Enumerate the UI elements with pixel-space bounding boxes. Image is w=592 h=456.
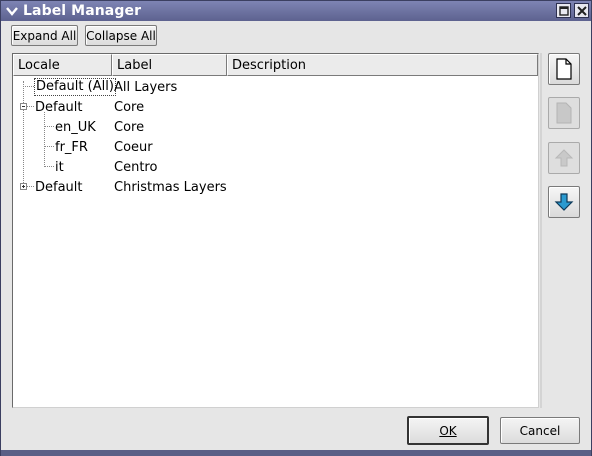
locale-cell: fr_FR xyxy=(55,139,88,155)
ok-button[interactable]: OK xyxy=(407,416,489,445)
move-down-button[interactable] xyxy=(548,186,580,218)
close-icon xyxy=(576,5,587,16)
collapse-all-label: Collapse All xyxy=(86,28,156,43)
window-bottom-border xyxy=(1,450,591,456)
table-row[interactable]: en_UK Core xyxy=(13,117,538,137)
column-header-description[interactable]: Description xyxy=(227,54,538,76)
label-cell: All Layers xyxy=(114,79,178,95)
arrow-up-icon xyxy=(554,149,574,167)
table-header: Locale Label Description xyxy=(13,54,538,76)
table-row[interactable]: Default (All) All Layers xyxy=(13,77,538,97)
window-title: Label Manager xyxy=(23,3,142,19)
label-cell: Core xyxy=(114,119,145,135)
label-tree-table[interactable]: Locale Label Description Default (All) A… xyxy=(12,53,539,408)
collapse-all-button[interactable]: Collapse All xyxy=(85,25,157,46)
locale-cell: en_UK xyxy=(55,119,96,135)
expand-all-button[interactable]: Expand All xyxy=(11,25,78,46)
maximize-button[interactable] xyxy=(556,3,571,18)
table-row[interactable]: Default Christmas Layers xyxy=(13,177,538,197)
ok-label: OK xyxy=(439,423,457,438)
close-button[interactable] xyxy=(574,3,589,18)
vertical-scrollbar[interactable] xyxy=(540,53,542,408)
locale-cell: Default (All) xyxy=(34,78,116,96)
cancel-label: Cancel xyxy=(519,423,561,438)
new-document-icon xyxy=(556,58,572,80)
table-row[interactable]: Default Core xyxy=(13,97,538,117)
table-row[interactable]: fr_FR Coeur xyxy=(13,137,538,157)
column-header-label[interactable]: Label xyxy=(112,54,227,76)
label-manager-window: Label Manager Expand All Collapse All Lo… xyxy=(0,0,592,456)
label-cell: Centro xyxy=(114,159,158,175)
cancel-button[interactable]: Cancel xyxy=(500,417,580,444)
expand-all-label: Expand All xyxy=(12,28,77,43)
locale-cell: Default xyxy=(35,99,83,115)
maximize-icon xyxy=(558,5,569,16)
delete-label-button[interactable] xyxy=(548,97,580,129)
window-menu-icon[interactable] xyxy=(3,2,21,20)
move-up-button[interactable] xyxy=(548,142,580,174)
table-row[interactable]: it Centro xyxy=(13,157,538,177)
new-label-button[interactable] xyxy=(548,53,580,85)
locale-cell: Default xyxy=(35,179,83,195)
document-icon xyxy=(556,102,572,124)
label-cell: Core xyxy=(114,99,145,115)
label-cell: Coeur xyxy=(114,139,153,155)
locale-cell: it xyxy=(55,159,64,175)
arrow-down-icon xyxy=(554,193,574,211)
title-bar[interactable]: Label Manager xyxy=(1,1,591,21)
label-cell: Christmas Layers xyxy=(114,179,227,195)
column-header-locale[interactable]: Locale xyxy=(13,54,112,76)
